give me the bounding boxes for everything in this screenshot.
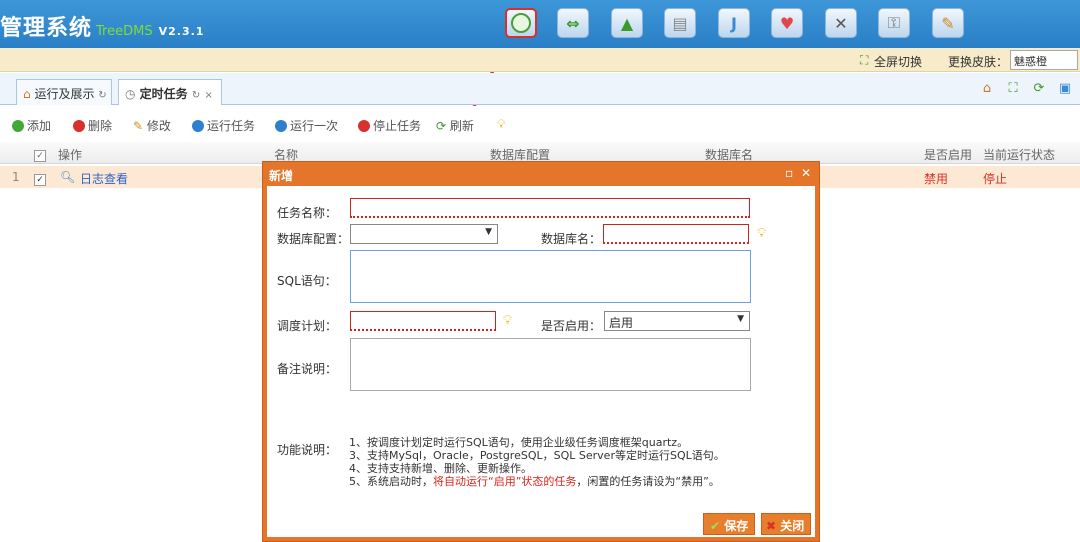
lightbulb-icon[interactable]: 💡︎ bbox=[503, 313, 512, 328]
enabled-cell: 禁用 bbox=[924, 172, 949, 186]
sql-label: SQL语句： bbox=[277, 274, 337, 288]
enabled-select[interactable]: 启用 ▼ bbox=[604, 311, 750, 331]
add-task-dialog: 新增 ▫ ✕ 任务名称： 数据库配置： ▼ 数据库名： 💡︎ SQL语句： 调度… bbox=[262, 161, 820, 542]
sub-bar: ⛶ 全屏切换 更换皮肤： 魅惑橙 bbox=[0, 48, 1080, 72]
tab-label: 定时任务 bbox=[139, 87, 188, 101]
desc-line: 3、支持MySql，Oracle，PostgreSQL，SQL Server等定… bbox=[349, 449, 725, 462]
desc-line: 1、按调度计划定时运行SQL语句，使用企业级任务调度框架quartz。 bbox=[349, 436, 689, 449]
row-index: 1 bbox=[12, 170, 20, 184]
delete-icon bbox=[73, 120, 85, 132]
run-once-button[interactable]: 运行一次 bbox=[275, 117, 338, 134]
close-icon: ✖ bbox=[766, 519, 777, 533]
desc-line: 5、系统启动时，将自动运行“启用”状态的任务，闲置的任务请设为“禁用”。 bbox=[349, 475, 720, 488]
task-name-label: 任务名称： bbox=[277, 206, 338, 220]
check-icon: ✔ bbox=[710, 519, 721, 533]
version-label: V2.3.1 bbox=[158, 25, 205, 38]
column-header[interactable]: 当前运行状态 bbox=[983, 146, 1055, 163]
enabled-select-value: 启用 bbox=[609, 316, 634, 330]
refresh-icon[interactable]: ⟳ bbox=[1030, 81, 1048, 99]
play-icon bbox=[192, 120, 204, 132]
arrows-icon[interactable]: ⇔ bbox=[557, 8, 589, 38]
heart-icon[interactable]: ♥ bbox=[771, 8, 803, 38]
task-name-input[interactable] bbox=[350, 198, 750, 218]
db-name-input[interactable] bbox=[603, 224, 749, 244]
refresh-button[interactable]: ⟳ 刷新 bbox=[436, 117, 474, 134]
add-button[interactable]: 添加 bbox=[12, 117, 51, 134]
close-icon[interactable]: ✕ bbox=[801, 166, 811, 180]
chart-icon[interactable]: ▲ bbox=[611, 8, 643, 38]
edit-button[interactable]: ✎ 修改 bbox=[133, 117, 171, 134]
refresh-icon: ⟳ bbox=[436, 119, 447, 133]
window-icon[interactable]: ▣ bbox=[1056, 81, 1074, 99]
action-toolbar: 添加 删除 ✎ 修改 运行任务 运行一次 停止任务 ⟳ 刷新 💡︎ bbox=[0, 106, 1080, 142]
document-icon[interactable]: J bbox=[718, 8, 750, 38]
database-icon[interactable]: ▤ bbox=[664, 8, 696, 38]
refresh-tab-icon[interactable]: ↻ bbox=[192, 90, 200, 101]
delete-button[interactable]: 删除 bbox=[73, 117, 112, 134]
tab-label: 运行及展示 bbox=[34, 87, 95, 101]
home-icon: ⌂ bbox=[23, 87, 31, 101]
brand-subtitle: TreeDMS bbox=[96, 24, 153, 39]
dialog-body: 任务名称： 数据库配置： ▼ 数据库名： 💡︎ SQL语句： 调度计划： 💡︎ … bbox=[267, 186, 815, 537]
chevron-down-icon: ▼ bbox=[485, 227, 492, 237]
sql-textarea[interactable] bbox=[350, 250, 751, 303]
maximize-icon[interactable]: ▫ bbox=[785, 166, 793, 180]
db-config-label: 数据库配置： bbox=[277, 232, 350, 246]
schedule-label: 调度计划： bbox=[277, 319, 338, 333]
remark-label: 备注说明： bbox=[277, 362, 338, 376]
feature-description: 1、按调度计划定时运行SQL语句，使用企业级任务调度框架quartz。 3、支持… bbox=[349, 436, 809, 488]
user-icon[interactable]: ✎ bbox=[932, 8, 964, 38]
stop-task-button[interactable]: 停止任务 bbox=[358, 117, 421, 134]
tab-bar: ⌂ 运行及展示 ↻ ◷ 定时任务 ↻ × ⌂ ⛶ ⟳ ▣ bbox=[0, 73, 1080, 105]
clock-tab-icon: ◷ bbox=[125, 87, 136, 101]
log-view-link[interactable]: 日志查看 bbox=[80, 170, 128, 187]
db-config-select[interactable]: ▼ bbox=[350, 224, 498, 244]
close-tab-icon[interactable]: × bbox=[204, 90, 212, 101]
save-button[interactable]: ✔ 保存 bbox=[703, 513, 755, 535]
refresh-tab-icon[interactable]: ↻ bbox=[98, 90, 106, 101]
tab-run-display[interactable]: ⌂ 运行及展示 ↻ bbox=[16, 79, 112, 105]
skin-select[interactable]: 魅惑橙 bbox=[1010, 50, 1078, 70]
db-name-label: 数据库名： bbox=[541, 232, 602, 246]
app-title: 管理系统 bbox=[0, 16, 93, 41]
remark-textarea[interactable] bbox=[350, 338, 751, 391]
run-task-button[interactable]: 运行任务 bbox=[192, 117, 255, 134]
key-icon[interactable]: ⚿ bbox=[878, 8, 910, 38]
status-cell: 停止 bbox=[983, 172, 1008, 186]
fullscreen-icon[interactable]: ⛶ bbox=[860, 53, 868, 68]
pencil-icon: ✎ bbox=[133, 119, 144, 133]
dialog-window-controls: ▫ ✕ bbox=[785, 166, 811, 180]
play-icon bbox=[275, 120, 287, 132]
tab-scheduled-tasks[interactable]: ◷ 定时任务 ↻ × bbox=[118, 79, 222, 105]
fullscreen-icon[interactable]: ⛶ bbox=[1004, 81, 1022, 99]
top-header: 管理系统 TreeDMS V2.3.1 ⇔ ▲ ▤ J ♥ ✕ ⚿ ✎ bbox=[0, 0, 1080, 48]
column-header[interactable]: 是否启用 bbox=[924, 146, 972, 163]
feature-label: 功能说明： bbox=[277, 443, 338, 457]
lightbulb-icon[interactable]: 💡︎ bbox=[497, 117, 505, 132]
clock-icon[interactable] bbox=[505, 8, 537, 38]
add-icon bbox=[12, 120, 24, 132]
stop-icon bbox=[358, 120, 370, 132]
column-header[interactable]: 操作 bbox=[58, 146, 82, 163]
home-icon[interactable]: ⌂ bbox=[978, 81, 996, 99]
fullscreen-toggle[interactable]: 全屏切换 bbox=[874, 53, 922, 70]
enabled-label: 是否启用： bbox=[541, 319, 602, 333]
dialog-title: 新增 bbox=[269, 169, 294, 183]
desc-line: 4、支持支持新增、删除、更新操作。 bbox=[349, 462, 532, 475]
schedule-input[interactable] bbox=[350, 311, 496, 331]
lightbulb-icon[interactable]: 💡︎ bbox=[757, 226, 766, 241]
tools-icon[interactable]: ✕ bbox=[825, 8, 857, 38]
skin-label: 更换皮肤： bbox=[948, 55, 1009, 69]
chevron-down-icon: ▼ bbox=[737, 314, 744, 324]
close-button[interactable]: ✖ 关闭 bbox=[761, 513, 811, 535]
search-icon: 🔍︎ bbox=[60, 170, 76, 184]
app-brand: 管理系统 TreeDMS V2.3.1 bbox=[0, 10, 204, 42]
